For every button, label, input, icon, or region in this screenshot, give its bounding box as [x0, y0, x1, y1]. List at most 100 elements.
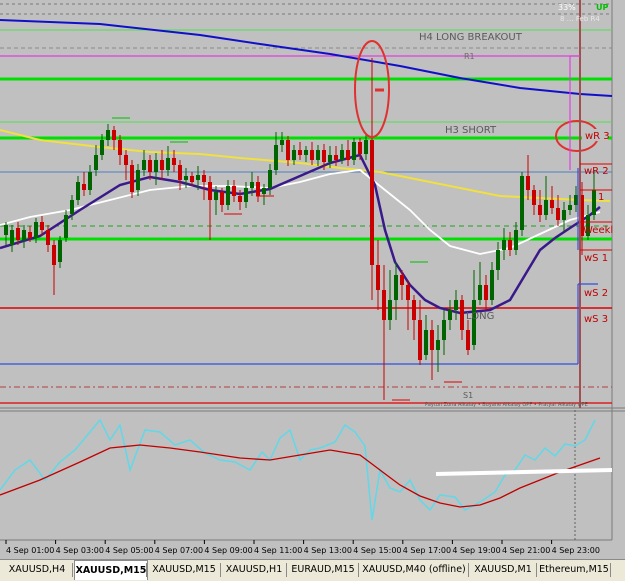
candle-body — [286, 140, 290, 160]
chart-tab[interactable]: XAUUSD,M1 — [470, 562, 536, 578]
ws3-label: wS 3 — [584, 314, 608, 325]
tab-separator — [286, 563, 287, 577]
time-axis-label: 4 Sep 07:00 — [155, 546, 203, 555]
candle-body — [430, 330, 434, 350]
ws1-label: wS 1 — [584, 253, 608, 264]
candle-body — [340, 150, 344, 160]
candle-body — [124, 155, 128, 165]
long-label: LONG — [466, 311, 494, 322]
candle-body — [238, 196, 242, 202]
candle-body — [16, 228, 20, 240]
candle-body — [328, 155, 332, 162]
candle-body — [52, 245, 56, 265]
price-chart[interactable]: wR 3 wR 2 1 Weekl wS 1 wS 2 wS 3 H4 LONG… — [0, 0, 625, 559]
candle-body — [154, 160, 158, 172]
candle-body — [544, 200, 548, 215]
candle-body — [190, 176, 194, 182]
tab-separator — [610, 563, 611, 577]
corner-up-indicator: UP — [596, 3, 608, 12]
candle-body — [304, 150, 308, 155]
candle-body — [58, 240, 62, 262]
candle-body — [484, 285, 488, 300]
candle-body — [82, 184, 86, 190]
candle-body — [406, 285, 410, 300]
candle-body — [442, 320, 446, 340]
candle-body — [568, 205, 572, 210]
candle-body — [478, 285, 482, 300]
candle-body — [412, 300, 416, 320]
candle-body — [178, 165, 182, 180]
chart-tab[interactable]: XAUUSD,M15 — [74, 560, 148, 580]
candle-body — [334, 155, 338, 160]
candle-body — [4, 225, 8, 235]
candle-body — [454, 300, 458, 310]
candle-body — [160, 160, 164, 170]
candle-body — [100, 140, 104, 155]
candle-body — [394, 275, 398, 300]
chart-tab[interactable]: XAUUSD,M40 (offline) — [360, 562, 468, 578]
corner-sub-label: 8 … Feb R4 — [560, 15, 600, 23]
time-axis-label: 4 Sep 17:00 — [403, 546, 451, 555]
candle-body — [526, 176, 530, 190]
chart-tab[interactable]: Ethereum,M15 — [538, 562, 610, 578]
candle-body — [460, 300, 464, 330]
candle-body — [262, 188, 266, 194]
ws2-label: wS 2 — [584, 288, 608, 299]
candle-body — [172, 158, 176, 165]
candle-body — [370, 140, 374, 265]
wr3-label: wR 3 — [585, 131, 610, 142]
weekly-pivot-label: Weekl — [583, 225, 613, 236]
r1-label: R1 — [464, 52, 475, 61]
time-axis-label: 4 Sep 11:00 — [254, 546, 302, 555]
candle-body — [136, 170, 140, 190]
candle-body — [214, 192, 218, 200]
tab-separator — [468, 563, 469, 577]
candle-body — [274, 145, 278, 170]
candle-body — [550, 200, 554, 208]
candle-body — [166, 158, 170, 170]
wr2-label: wR 2 — [584, 166, 609, 177]
candle-body — [466, 330, 470, 350]
chart-tab[interactable]: EURAUD,M15 — [288, 562, 358, 578]
chart-tab[interactable]: XAUUSD,M15 — [148, 562, 220, 578]
tab-separator — [72, 563, 73, 577]
candle-body — [532, 190, 536, 205]
candle-body — [424, 330, 428, 355]
candle-body — [382, 290, 386, 320]
copyright-label: Paytun Zona Alkalay • Buyane Alkalay OPF… — [425, 402, 588, 408]
candle-body — [70, 200, 74, 214]
time-axis-label: 4 Sep 23:00 — [552, 546, 600, 555]
candle-body — [322, 150, 326, 162]
candle-body — [106, 130, 110, 140]
candle-body — [514, 230, 518, 250]
corner-percent: 33% — [558, 3, 576, 12]
candle-body — [352, 142, 356, 160]
candle-body — [508, 240, 512, 250]
candle-body — [520, 176, 524, 230]
candle-body — [226, 186, 230, 205]
wr1-label: 1 — [598, 192, 604, 203]
candle-body — [196, 175, 200, 180]
candle-body — [40, 222, 44, 230]
time-axis-label: 4 Sep 21:00 — [502, 546, 550, 555]
candle-body — [148, 160, 152, 172]
candle-body — [10, 230, 14, 245]
time-axis-label: 4 Sep 01:00 — [6, 546, 54, 555]
candle-body — [112, 130, 116, 140]
candle-body — [184, 176, 188, 180]
candle-body — [244, 188, 248, 202]
candle-body — [358, 142, 362, 154]
candle-body — [316, 150, 320, 160]
candle-body — [388, 300, 392, 320]
trading-terminal: wR 3 wR 2 1 Weekl wS 1 wS 2 wS 3 H4 LONG… — [0, 0, 625, 581]
candle-body — [202, 175, 206, 182]
candle-body — [502, 240, 506, 250]
tab-separator — [220, 563, 221, 577]
candle-body — [496, 250, 500, 270]
candle-body — [298, 150, 302, 155]
candle-body — [64, 215, 68, 238]
time-axis-label: 4 Sep 19:00 — [452, 546, 500, 555]
tab-separator — [536, 563, 537, 577]
chart-tab[interactable]: XAUUSD,H4 — [2, 562, 72, 578]
chart-tab[interactable]: XAUUSD,H1 — [222, 562, 286, 578]
